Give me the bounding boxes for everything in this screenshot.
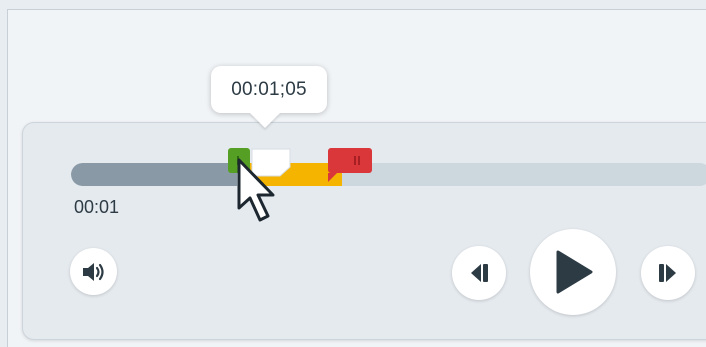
tooltip-arrow: [250, 113, 280, 128]
current-time-label: 00:01: [74, 197, 120, 217]
grip-icon: [354, 156, 360, 165]
step-back-button[interactable]: [452, 246, 506, 300]
step-back-icon: [471, 264, 488, 282]
selection-end-handle[interactable]: [328, 148, 372, 182]
timeline-track[interactable]: [71, 163, 706, 186]
play-icon: [556, 250, 593, 294]
volume-icon: [82, 262, 104, 281]
time-tooltip: 00:01;05: [211, 66, 327, 113]
play-button[interactable]: [530, 229, 616, 315]
volume-button[interactable]: [70, 248, 117, 295]
tooltip-time: 00:01;05: [231, 78, 307, 100]
step-forward-icon: [659, 264, 676, 282]
step-forward-button[interactable]: [641, 246, 695, 300]
timeline-played-progress: [71, 163, 237, 186]
mouse-cursor-icon: [237, 158, 275, 222]
